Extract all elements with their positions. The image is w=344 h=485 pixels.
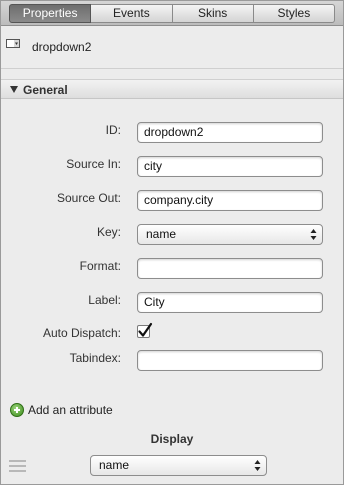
drag-handle-icon[interactable]: [9, 460, 26, 472]
select-arrows-icon: [254, 460, 261, 471]
component-header: dropdown2: [1, 27, 343, 69]
display-title: Display: [150, 432, 194, 446]
add-attribute-label: Add an attribute: [28, 403, 113, 417]
key-select[interactable]: name: [137, 224, 323, 245]
auto-dispatch-label: Auto Dispatch:: [42, 326, 121, 340]
tabindex-label: Tabindex:: [69, 351, 121, 365]
display-select-value: name: [99, 458, 130, 472]
key-label: Key:: [96, 225, 121, 239]
source-in-label: Source In:: [66, 157, 121, 171]
add-circle-icon: [10, 403, 24, 417]
tab-skins[interactable]: Skins: [172, 4, 254, 23]
select-arrows-icon: [310, 229, 317, 240]
tab-bar: Properties Events Skins Styles: [1, 1, 343, 26]
label-field[interactable]: City: [137, 292, 323, 313]
tabindex-field[interactable]: [137, 350, 323, 371]
add-attribute-button[interactable]: Add an attribute: [10, 403, 113, 417]
tab-properties[interactable]: Properties: [9, 4, 92, 23]
checkmark-icon: [138, 322, 153, 337]
label-label: Label:: [88, 293, 121, 307]
display-select[interactable]: name: [90, 455, 267, 476]
source-out-field[interactable]: company.city: [137, 190, 323, 211]
tab-events[interactable]: Events: [91, 4, 173, 23]
source-in-field[interactable]: city: [137, 156, 323, 177]
section-general-header[interactable]: General: [1, 79, 343, 99]
id-field[interactable]: dropdown2: [137, 122, 323, 143]
source-out-label: Source Out:: [56, 191, 121, 205]
format-label: Format:: [79, 259, 121, 273]
section-title: General: [23, 83, 68, 97]
component-name: dropdown2: [32, 40, 92, 54]
disclosure-triangle-icon[interactable]: [10, 86, 18, 93]
format-field[interactable]: [137, 258, 323, 279]
tab-styles[interactable]: Styles: [253, 4, 335, 23]
key-select-value: name: [146, 227, 177, 241]
dropdown-component-icon: [6, 39, 20, 48]
id-label: ID:: [105, 123, 121, 137]
properties-panel: Properties Events Skins Styles dropdown2…: [0, 0, 344, 485]
auto-dispatch-checkbox[interactable]: [137, 322, 153, 338]
